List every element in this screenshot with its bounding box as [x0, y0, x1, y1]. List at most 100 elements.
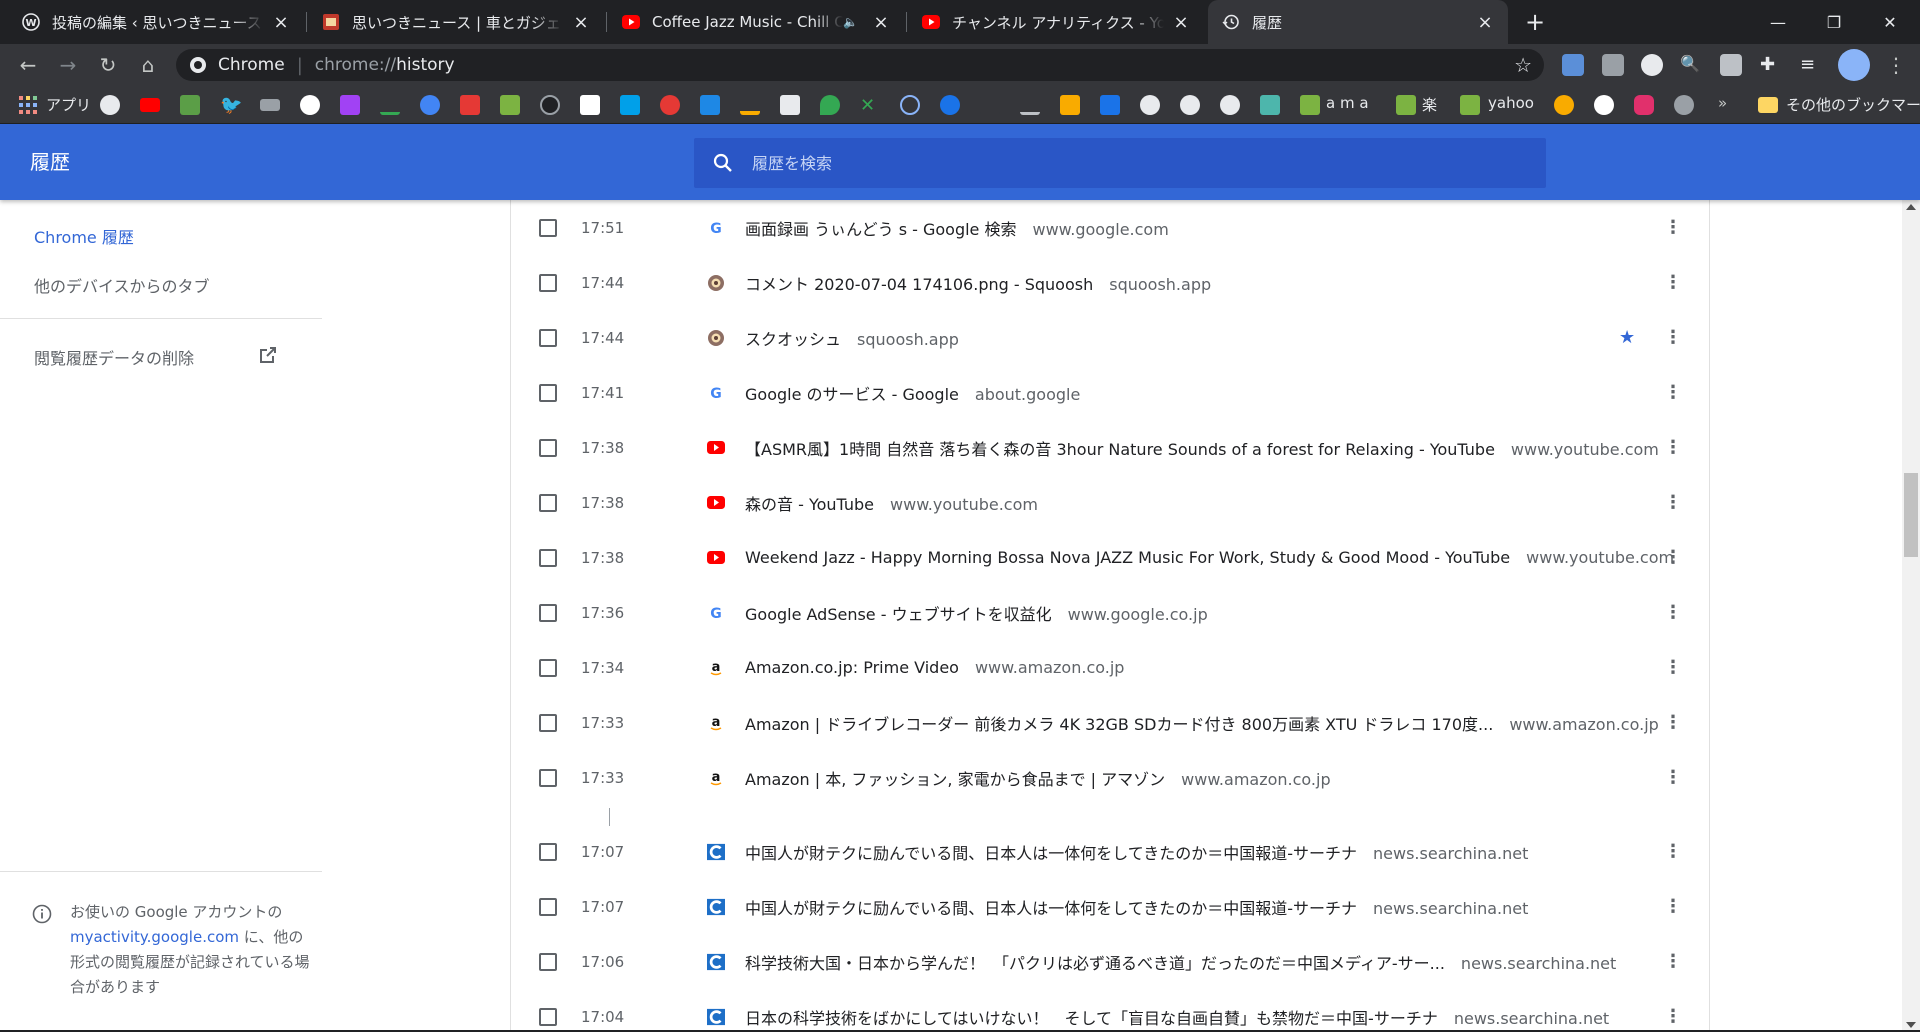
- bookmark-red-icon[interactable]: [660, 95, 680, 115]
- bookmark-orange-icon[interactable]: [1554, 95, 1574, 115]
- row-title-link[interactable]: スクオッシュ squoosh.app: [745, 326, 959, 350]
- row-more-icon[interactable]: ⋮: [1661, 382, 1685, 403]
- row-checkbox[interactable]: [539, 383, 557, 402]
- scroll-thumb[interactable]: [1904, 473, 1918, 557]
- row-more-icon[interactable]: ⋮: [1661, 767, 1685, 788]
- tab-coffee-jazz[interactable]: Coffee Jazz Music - Chill Out 🔈 ×: [608, 0, 904, 44]
- bookmark-stack-icon[interactable]: [340, 95, 360, 115]
- bookmarked-star-icon[interactable]: ★: [1619, 327, 1635, 348]
- row-title[interactable]: 森の音 - YouTube: [745, 495, 874, 514]
- bookmark-green-icon[interactable]: [1396, 95, 1416, 115]
- profile-avatar[interactable]: [1838, 49, 1870, 81]
- row-title-link[interactable]: 中国人が財テクに励んでいる間、日本人は一体何をしてきたのか＝中国報道-サーチナ n…: [745, 840, 1528, 864]
- bookmark-a8-icon[interactable]: [460, 95, 480, 115]
- row-more-icon[interactable]: ⋮: [1661, 896, 1685, 917]
- row-checkbox[interactable]: [539, 603, 557, 622]
- history-row[interactable]: 17:33 a Amazon | 本, ファッション, 家電から食品まで | アマゾ…: [511, 750, 1709, 805]
- bookmark-at-icon[interactable]: [420, 95, 440, 115]
- row-checkbox[interactable]: [539, 897, 557, 916]
- row-title-link[interactable]: Google AdSense - ウェブサイトを収益化 www.google.co…: [745, 601, 1208, 625]
- search-input[interactable]: [752, 153, 1532, 173]
- row-more-icon[interactable]: ⋮: [1661, 841, 1685, 862]
- restore-button[interactable]: ❐: [1806, 0, 1862, 44]
- row-title-link[interactable]: 森の音 - YouTube www.youtube.com: [745, 491, 1038, 515]
- reload-button[interactable]: ↻: [92, 49, 124, 81]
- chat-extension-icon[interactable]: [1562, 54, 1584, 76]
- row-checkbox[interactable]: [539, 713, 557, 732]
- row-title[interactable]: 中国人が財テクに励んでいる間、日本人は一体何をしてきたのか＝中国報道-サーチナ: [745, 899, 1357, 918]
- row-checkbox[interactable]: [539, 1007, 557, 1026]
- row-checkbox[interactable]: [539, 548, 557, 567]
- row-more-icon[interactable]: ⋮: [1661, 1006, 1685, 1027]
- bookmark-yahoo-label[interactable]: yahoo: [1488, 94, 1534, 112]
- myactivity-link[interactable]: myactivity.google.com: [70, 928, 239, 946]
- bookmark-wordpress-icon[interactable]: [1180, 95, 1200, 115]
- scroll-down-icon[interactable]: [1906, 1022, 1916, 1028]
- bookmark-globe-icon[interactable]: [1674, 95, 1694, 115]
- row-title-link[interactable]: Google のサービス - Google about.google: [745, 381, 1080, 405]
- row-checkbox[interactable]: [539, 328, 557, 347]
- row-checkbox[interactable]: [539, 218, 557, 237]
- row-more-icon[interactable]: ⋮: [1661, 327, 1685, 348]
- bookmark-youtube-icon[interactable]: [140, 98, 160, 112]
- open-in-new-icon[interactable]: [258, 345, 278, 365]
- row-checkbox[interactable]: [539, 768, 557, 787]
- row-more-icon[interactable]: ⋮: [1661, 602, 1685, 623]
- row-title-link[interactable]: コメント 2020-07-04 174106.png - Squoosh squo…: [745, 271, 1211, 295]
- row-title[interactable]: スクオッシュ: [745, 330, 841, 349]
- bookmark-doc-icon[interactable]: [780, 95, 800, 115]
- row-more-icon[interactable]: ⋮: [1661, 272, 1685, 293]
- forward-button[interactable]: →: [52, 49, 84, 81]
- row-title[interactable]: Amazon | 本, ファッション, 家電から食品まで | アマゾン: [745, 770, 1165, 789]
- scrollbar[interactable]: [1902, 200, 1920, 1032]
- row-more-icon[interactable]: ⋮: [1661, 547, 1685, 568]
- row-checkbox[interactable]: [539, 273, 557, 292]
- bookmark-dropbox-icon[interactable]: [1100, 95, 1120, 115]
- bookmark-chart-icon[interactable]: [740, 95, 760, 115]
- history-row[interactable]: 17:41 G Google のサービス - Google about.google ⋮: [511, 365, 1709, 420]
- image-extension-icon[interactable]: [1720, 54, 1742, 76]
- row-title[interactable]: 中国人が財テクに励んでいる間、日本人は一体何をしてきたのか＝中国報道-サーチナ: [745, 844, 1357, 863]
- bookmarks-more-button[interactable]: »: [1718, 94, 1727, 112]
- bookmark-apps-label[interactable]: アプリ: [46, 94, 91, 115]
- history-row[interactable]: 17:36 G Google AdSense - ウェブサイトを収益化 www.goo…: [511, 585, 1709, 640]
- bookmark-twitter-icon[interactable]: 🐦: [220, 95, 242, 116]
- address-bar[interactable]: Chrome | chrome://history ☆: [176, 49, 1544, 81]
- bookmark-wordpress-icon[interactable]: [1220, 95, 1240, 115]
- bookmark-green-icon[interactable]: [1300, 95, 1320, 115]
- row-more-icon[interactable]: ⋮: [1661, 657, 1685, 678]
- row-title[interactable]: 【ASMR風】1時間 自然音 落ち着く森の音 3hour Nature Soun…: [745, 440, 1495, 459]
- speaker-icon[interactable]: 🔈: [843, 15, 858, 29]
- history-row[interactable]: 17:51 G 画面録画 うぃんどう s - Google 検索 www.google…: [511, 200, 1709, 255]
- close-icon[interactable]: ×: [272, 12, 290, 33]
- bookmark-green-icon[interactable]: [500, 95, 520, 115]
- row-checkbox[interactable]: [539, 493, 557, 512]
- minimize-button[interactable]: —: [1750, 0, 1806, 44]
- close-icon[interactable]: ×: [872, 12, 890, 33]
- row-more-icon[interactable]: ⋮: [1661, 437, 1685, 458]
- tab-wordpress-edit[interactable]: W 投稿の編集 ‹ 思いつきニュース — WordPress ×: [8, 0, 304, 44]
- history-row[interactable]: 17:38 森の音 - YouTube www.youtube.com ⋮: [511, 475, 1709, 530]
- history-row[interactable]: 17:06 科学技術大国・日本から学んだ！ 「パクリは必ず通るべき道」だったのだ＝…: [511, 934, 1709, 989]
- row-title-link[interactable]: 日本の科学技術をばかにしてはいけない！ そして「盲目な自画自賛」も禁物だ＝中国-…: [745, 1005, 1609, 1029]
- puzzle-icon[interactable]: ✚: [1760, 54, 1782, 76]
- row-title[interactable]: Google のサービス - Google: [745, 385, 959, 404]
- row-more-icon[interactable]: ⋮: [1661, 217, 1685, 238]
- row-title[interactable]: Amazon.co.jp: Prime Video: [745, 658, 959, 677]
- search-box[interactable]: [694, 138, 1546, 188]
- row-more-icon[interactable]: ⋮: [1661, 951, 1685, 972]
- row-title-link[interactable]: Weekend Jazz - Happy Morning Bossa Nova …: [745, 548, 1674, 567]
- row-title-link[interactable]: Amazon.co.jp: Prime Video www.amazon.co.j…: [745, 658, 1124, 677]
- history-row[interactable]: 17:38 Weekend Jazz - Happy Morning Bossa …: [511, 530, 1709, 585]
- bookmark-eye-icon[interactable]: [540, 95, 560, 115]
- home-button[interactable]: ⌂: [132, 49, 164, 81]
- row-checkbox[interactable]: [539, 438, 557, 457]
- row-title-link[interactable]: Amazon | ドライブレコーダー 前後カメラ 4K 32GB SDカード付き…: [745, 711, 1659, 735]
- history-row[interactable]: 17:07 中国人が財テクに励んでいる間、日本人は一体何をしてきたのか＝中国報道-…: [511, 879, 1709, 934]
- bookmark-dark-icon[interactable]: [980, 95, 1000, 115]
- bookmark-instagram-icon[interactable]: [1634, 95, 1654, 115]
- row-title[interactable]: 日本の科学技術をばかにしてはいけない！ そして「盲目な自画自賛」も禁物だ＝中国-…: [745, 1009, 1438, 1028]
- history-row[interactable]: 17:44 スクオッシュ squoosh.app ★ ⋮: [511, 310, 1709, 365]
- tab-youtube-analytics[interactable]: チャンネル アナリティクス - YouTube Studio ×: [908, 0, 1204, 44]
- media-control-icon[interactable]: ≡: [1800, 54, 1822, 76]
